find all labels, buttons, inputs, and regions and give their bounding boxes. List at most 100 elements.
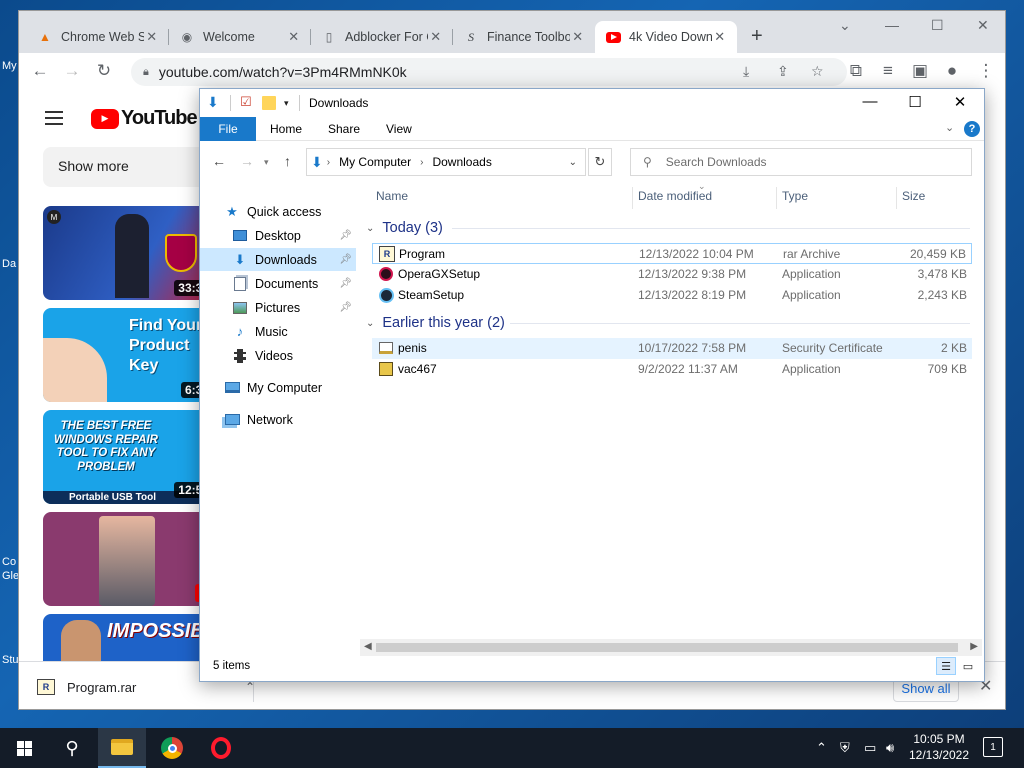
show-hidden-icons-chevron-icon[interactable]: ⌃ — [816, 740, 827, 756]
back-arrow-icon[interactable]: ← — [212, 153, 226, 169]
desktop-icon-label[interactable]: Gle — [2, 570, 19, 582]
file-row-steamsetup[interactable]: SteamSetup 12/13/2022 8:19 PM Applicatio… — [372, 285, 972, 306]
pin-icon[interactable]: 📌︎ — [339, 230, 352, 241]
show-more-button[interactable]: Show more — [43, 147, 219, 187]
column-header-type[interactable]: Type — [776, 181, 896, 211]
minimize-icon[interactable]: — — [885, 17, 899, 33]
address-bar[interactable]: ⬇ › My Computer › Downloads ⌄ — [306, 148, 586, 176]
search-box[interactable]: ⚲ — [630, 148, 972, 176]
file-row-penis[interactable]: penis 10/17/2022 7:58 PM Security Certif… — [372, 338, 972, 359]
close-icon[interactable]: ✕ — [977, 17, 989, 34]
volume-icon[interactable]: 🔊︎ — [886, 740, 894, 756]
breadcrumb-my-computer[interactable]: My Computer — [339, 155, 411, 169]
menu-kebab-icon[interactable]: ⋮ — [975, 61, 997, 81]
address-dropdown-chevron-icon[interactable]: ⌄ — [569, 157, 577, 168]
tab-home[interactable]: Home — [256, 117, 316, 141]
desktop-icon-label[interactable]: Stu — [2, 654, 19, 666]
file-explorer-icon[interactable] — [98, 728, 146, 768]
nav-item-desktop[interactable]: Desktop 📌︎ — [200, 224, 356, 247]
column-header-name[interactable]: Name — [370, 181, 632, 211]
nav-item-music[interactable]: ♪ Music — [200, 320, 356, 343]
close-tab-icon[interactable]: ✕ — [712, 29, 727, 45]
pin-icon[interactable]: 📌︎ — [339, 278, 352, 289]
maximize-icon[interactable]: ☐ — [905, 93, 925, 111]
hamburger-menu-icon[interactable] — [45, 111, 63, 125]
bookmark-star-icon[interactable]: ☆ — [811, 63, 824, 80]
address-bar[interactable]: 🔒︎ youtube.com/watch?v=3Pm4RMmNK0k ⤓ ⇪ ☆ — [131, 58, 847, 86]
group-header-today[interactable]: ⌄ Today (3) — [366, 217, 443, 239]
close-tab-icon[interactable]: ✕ — [144, 29, 159, 45]
nav-item-documents[interactable]: Documents 📌︎ — [200, 272, 356, 295]
column-header-size[interactable]: Size — [896, 181, 972, 211]
help-icon[interactable]: ? — [964, 121, 980, 137]
tab-adblocker[interactable]: ▯ Adblocker For Chrome ✕ — [311, 21, 453, 53]
breadcrumb-separator-icon[interactable]: › — [420, 157, 423, 168]
opera-icon[interactable] — [197, 728, 245, 768]
desktop-icon-label[interactable]: My — [2, 60, 17, 72]
collapse-chevron-icon[interactable]: ⌄ — [366, 318, 374, 329]
media-queue-icon[interactable]: ≡ — [877, 61, 899, 81]
search-input[interactable] — [665, 155, 946, 169]
share-icon[interactable]: ⇪ — [777, 63, 789, 80]
network-tray-icon[interactable]: ▭ — [864, 740, 876, 756]
video-thumbnail[interactable]: THE BEST FREE WINDOWS REPAIR TOOL TO FIX… — [43, 410, 213, 504]
tab-welcome[interactable]: ◉ Welcome ✕ — [169, 21, 311, 53]
scroll-left-icon[interactable]: ◀ — [364, 641, 372, 652]
install-icon[interactable]: ⤓ — [743, 63, 749, 80]
system-clock[interactable]: 10:05 PM 12/13/2022 — [904, 731, 974, 763]
chrome-icon[interactable] — [148, 728, 196, 768]
url-text[interactable]: youtube.com/watch?v=3Pm4RMmNK0k — [159, 64, 407, 80]
nav-item-network[interactable]: Network — [200, 408, 356, 431]
tab-chrome-web-store[interactable]: ▲ Chrome Web Store ✕ — [27, 21, 169, 53]
nav-item-videos[interactable]: Videos — [200, 344, 356, 367]
security-shield-icon[interactable]: ⛨ — [840, 740, 850, 756]
back-arrow-icon[interactable]: ← — [29, 61, 51, 81]
breadcrumb-separator-icon[interactable]: › — [327, 157, 330, 168]
group-header-earlier-this-year[interactable]: ⌄ Earlier this year (2) — [366, 312, 505, 334]
profile-avatar-icon[interactable]: ● — [941, 61, 963, 81]
collapse-chevron-icon[interactable]: ⌄ — [366, 223, 374, 234]
close-icon[interactable]: ✕ — [950, 93, 970, 111]
new-folder-icon[interactable] — [262, 96, 276, 110]
video-thumbnail[interactable]: IMPOSSIBLE — [43, 614, 213, 661]
desktop-icon-label[interactable]: Co — [2, 556, 16, 568]
scrollbar-thumb[interactable] — [376, 643, 958, 652]
minimize-icon[interactable]: — — [860, 93, 880, 110]
breadcrumb-downloads[interactable]: Downloads — [432, 155, 491, 169]
video-thumbnail[interactable] — [43, 512, 213, 606]
nav-item-downloads[interactable]: ⬇ Downloads 📌︎ — [200, 248, 356, 271]
properties-check-icon[interactable]: ☑ — [240, 94, 252, 110]
lock-icon[interactable]: 🔒︎ — [143, 66, 149, 79]
details-view-icon[interactable]: ☰ — [936, 657, 956, 675]
start-windows-icon[interactable] — [0, 728, 48, 768]
reload-icon[interactable]: ↻ — [93, 61, 115, 81]
tab-view[interactable]: View — [372, 117, 426, 141]
tab-finance-toolbox[interactable]: S Finance Toolbox ✕ — [453, 21, 595, 53]
large-icons-view-icon[interactable]: ▭ — [958, 657, 978, 675]
customize-qat-chevron-icon[interactable]: ▾ — [284, 98, 289, 109]
recent-locations-chevron-icon[interactable]: ▾ — [264, 157, 269, 168]
extensions-puzzle-icon[interactable]: ⧉ — [845, 61, 867, 81]
forward-arrow-icon[interactable]: → — [240, 153, 254, 169]
tab-share[interactable]: Share — [314, 117, 374, 141]
youtube-logo[interactable]: ▶ YouTube — [91, 107, 198, 130]
notification-center-icon[interactable]: 1 — [983, 737, 1003, 757]
scroll-right-icon[interactable]: ▶ — [970, 641, 978, 652]
video-thumbnail[interactable]: Find Your Product Key 6:39 — [43, 308, 213, 402]
file-row-vac467[interactable]: vac467 9/2/2022 11:37 AM Application 709… — [372, 359, 972, 380]
desktop-icon-label[interactable]: Da — [2, 258, 16, 270]
side-panel-icon[interactable]: ▣ — [909, 61, 931, 81]
forward-arrow-icon[interactable]: → — [61, 61, 83, 81]
nav-item-pictures[interactable]: Pictures 📌︎ — [200, 296, 356, 319]
tab-4k-video-downloader[interactable]: 4k Video Downloader ✕ — [595, 21, 737, 53]
column-header-date-modified[interactable]: Date modified — [632, 181, 776, 211]
expand-ribbon-chevron-icon[interactable]: ⌄ — [945, 121, 954, 134]
refresh-button[interactable]: ↻ — [588, 148, 612, 176]
pin-icon[interactable]: 📌︎ — [339, 302, 352, 313]
pin-icon[interactable]: 📌︎ — [339, 254, 352, 265]
close-tab-icon[interactable]: ✕ — [570, 29, 585, 45]
file-row-operagxsetup[interactable]: OperaGXSetup 12/13/2022 9:38 PM Applicat… — [372, 264, 972, 285]
video-thumbnail[interactable]: M 33:31 — [43, 206, 213, 300]
close-tab-icon[interactable]: ✕ — [428, 29, 443, 45]
maximize-icon[interactable]: ☐ — [931, 17, 944, 34]
